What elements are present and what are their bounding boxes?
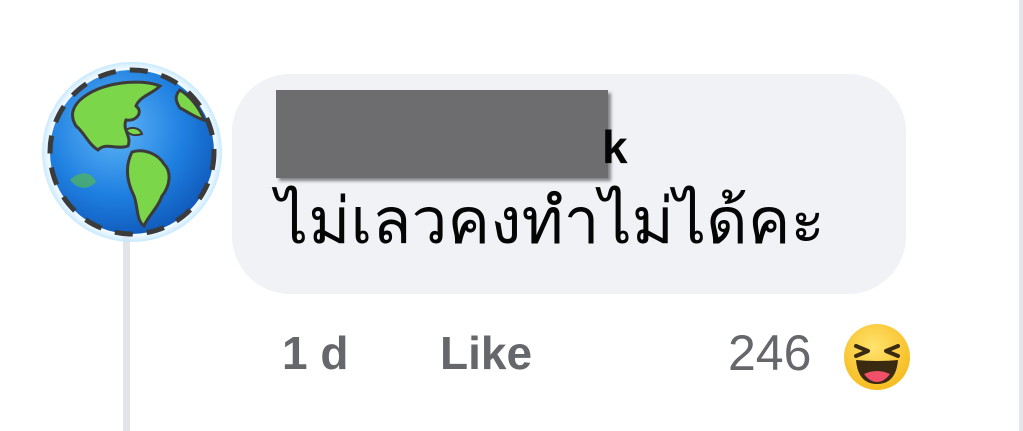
timestamp[interactable]: 1 d (282, 330, 348, 376)
author-name[interactable]: k (276, 90, 628, 178)
like-button[interactable]: Like (440, 330, 532, 376)
avatar[interactable] (40, 60, 224, 244)
haha-reaction-icon[interactable] (842, 322, 912, 392)
author-name-tail: k (602, 121, 628, 173)
redaction-block (276, 90, 608, 178)
comment-text: ไม่เลวคงทำไม่ได้คะ (276, 185, 825, 259)
thread-line (123, 236, 130, 431)
globe-earth-icon (42, 62, 222, 242)
comment-thread: k ไม่เลวคงทำไม่ได้คะ 1 d Like 246 (0, 0, 1023, 431)
scrollbar-track (1019, 0, 1023, 431)
reaction-count[interactable]: 246 (728, 328, 811, 378)
